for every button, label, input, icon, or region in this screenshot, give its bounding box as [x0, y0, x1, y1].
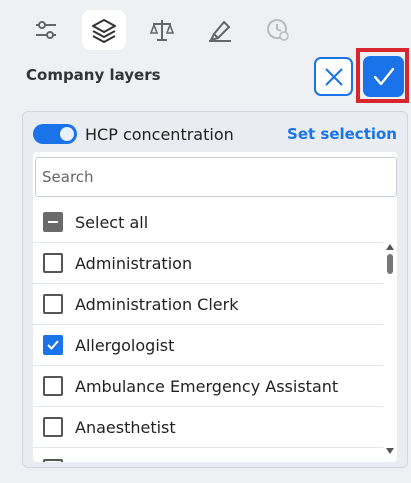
layer-filter-panel: HCP concentration Set selection Select a…: [22, 111, 408, 468]
list-item[interactable]: Administration Clerk: [33, 284, 383, 325]
select-all-row[interactable]: Select all: [33, 202, 383, 243]
item-label: Anaesthetist: [75, 417, 176, 437]
item-label: Allergologist: [75, 335, 175, 355]
confirm-button[interactable]: [363, 56, 404, 97]
item-label: Ambulance Emergency Assistant: [75, 376, 339, 396]
select-all-label: Select all: [75, 212, 149, 232]
list-item-partial[interactable]: [33, 448, 383, 462]
page-title: Company layers: [26, 66, 161, 84]
history-clock-icon: [267, 19, 289, 41]
filters-tool-button[interactable]: [24, 10, 68, 50]
list-item[interactable]: Allergologist: [33, 325, 383, 366]
checkmark-icon: [373, 67, 394, 85]
set-selection-link[interactable]: Set selection: [287, 125, 397, 143]
item-label: Administration Clerk: [75, 294, 239, 314]
hcp-concentration-toggle[interactable]: [33, 124, 77, 144]
scroll-up-arrow-icon[interactable]: [386, 244, 394, 250]
item-checkbox[interactable]: [43, 458, 63, 462]
sliders-icon: [36, 21, 56, 39]
item-checkbox[interactable]: [43, 335, 63, 355]
search-input[interactable]: [35, 157, 397, 197]
toggle-label: HCP concentration: [85, 124, 234, 144]
cancel-button[interactable]: [314, 57, 353, 96]
list-item[interactable]: Anaesthetist: [33, 407, 383, 448]
highlight-tool-button[interactable]: [198, 10, 242, 50]
highlighter-icon: [209, 21, 231, 42]
layer-toolbar: [24, 10, 300, 50]
item-checkbox[interactable]: [43, 253, 63, 273]
close-icon: [324, 67, 343, 86]
panel-header: HCP concentration Set selection: [33, 122, 397, 146]
select-all-checkbox[interactable]: [43, 212, 63, 232]
history-tool-button[interactable]: [256, 10, 300, 50]
scroll-down-arrow-icon[interactable]: [386, 448, 394, 454]
item-checkbox[interactable]: [43, 417, 63, 437]
layers-tool-button[interactable]: [82, 10, 126, 50]
item-label: Administration: [75, 253, 193, 273]
list-scrollbar[interactable]: [385, 244, 395, 454]
selection-list: Select all Administration Administration…: [33, 152, 397, 462]
list-item[interactable]: Ambulance Emergency Assistant: [33, 366, 383, 407]
item-checkbox[interactable]: [43, 294, 63, 314]
item-checkbox[interactable]: [43, 376, 63, 396]
layers-icon: [92, 19, 116, 43]
compare-tool-button[interactable]: [140, 10, 184, 50]
list-item[interactable]: Administration: [33, 243, 383, 284]
scrollbar-thumb[interactable]: [387, 254, 393, 274]
scale-icon: [149, 20, 175, 41]
check-icon: [47, 340, 59, 350]
